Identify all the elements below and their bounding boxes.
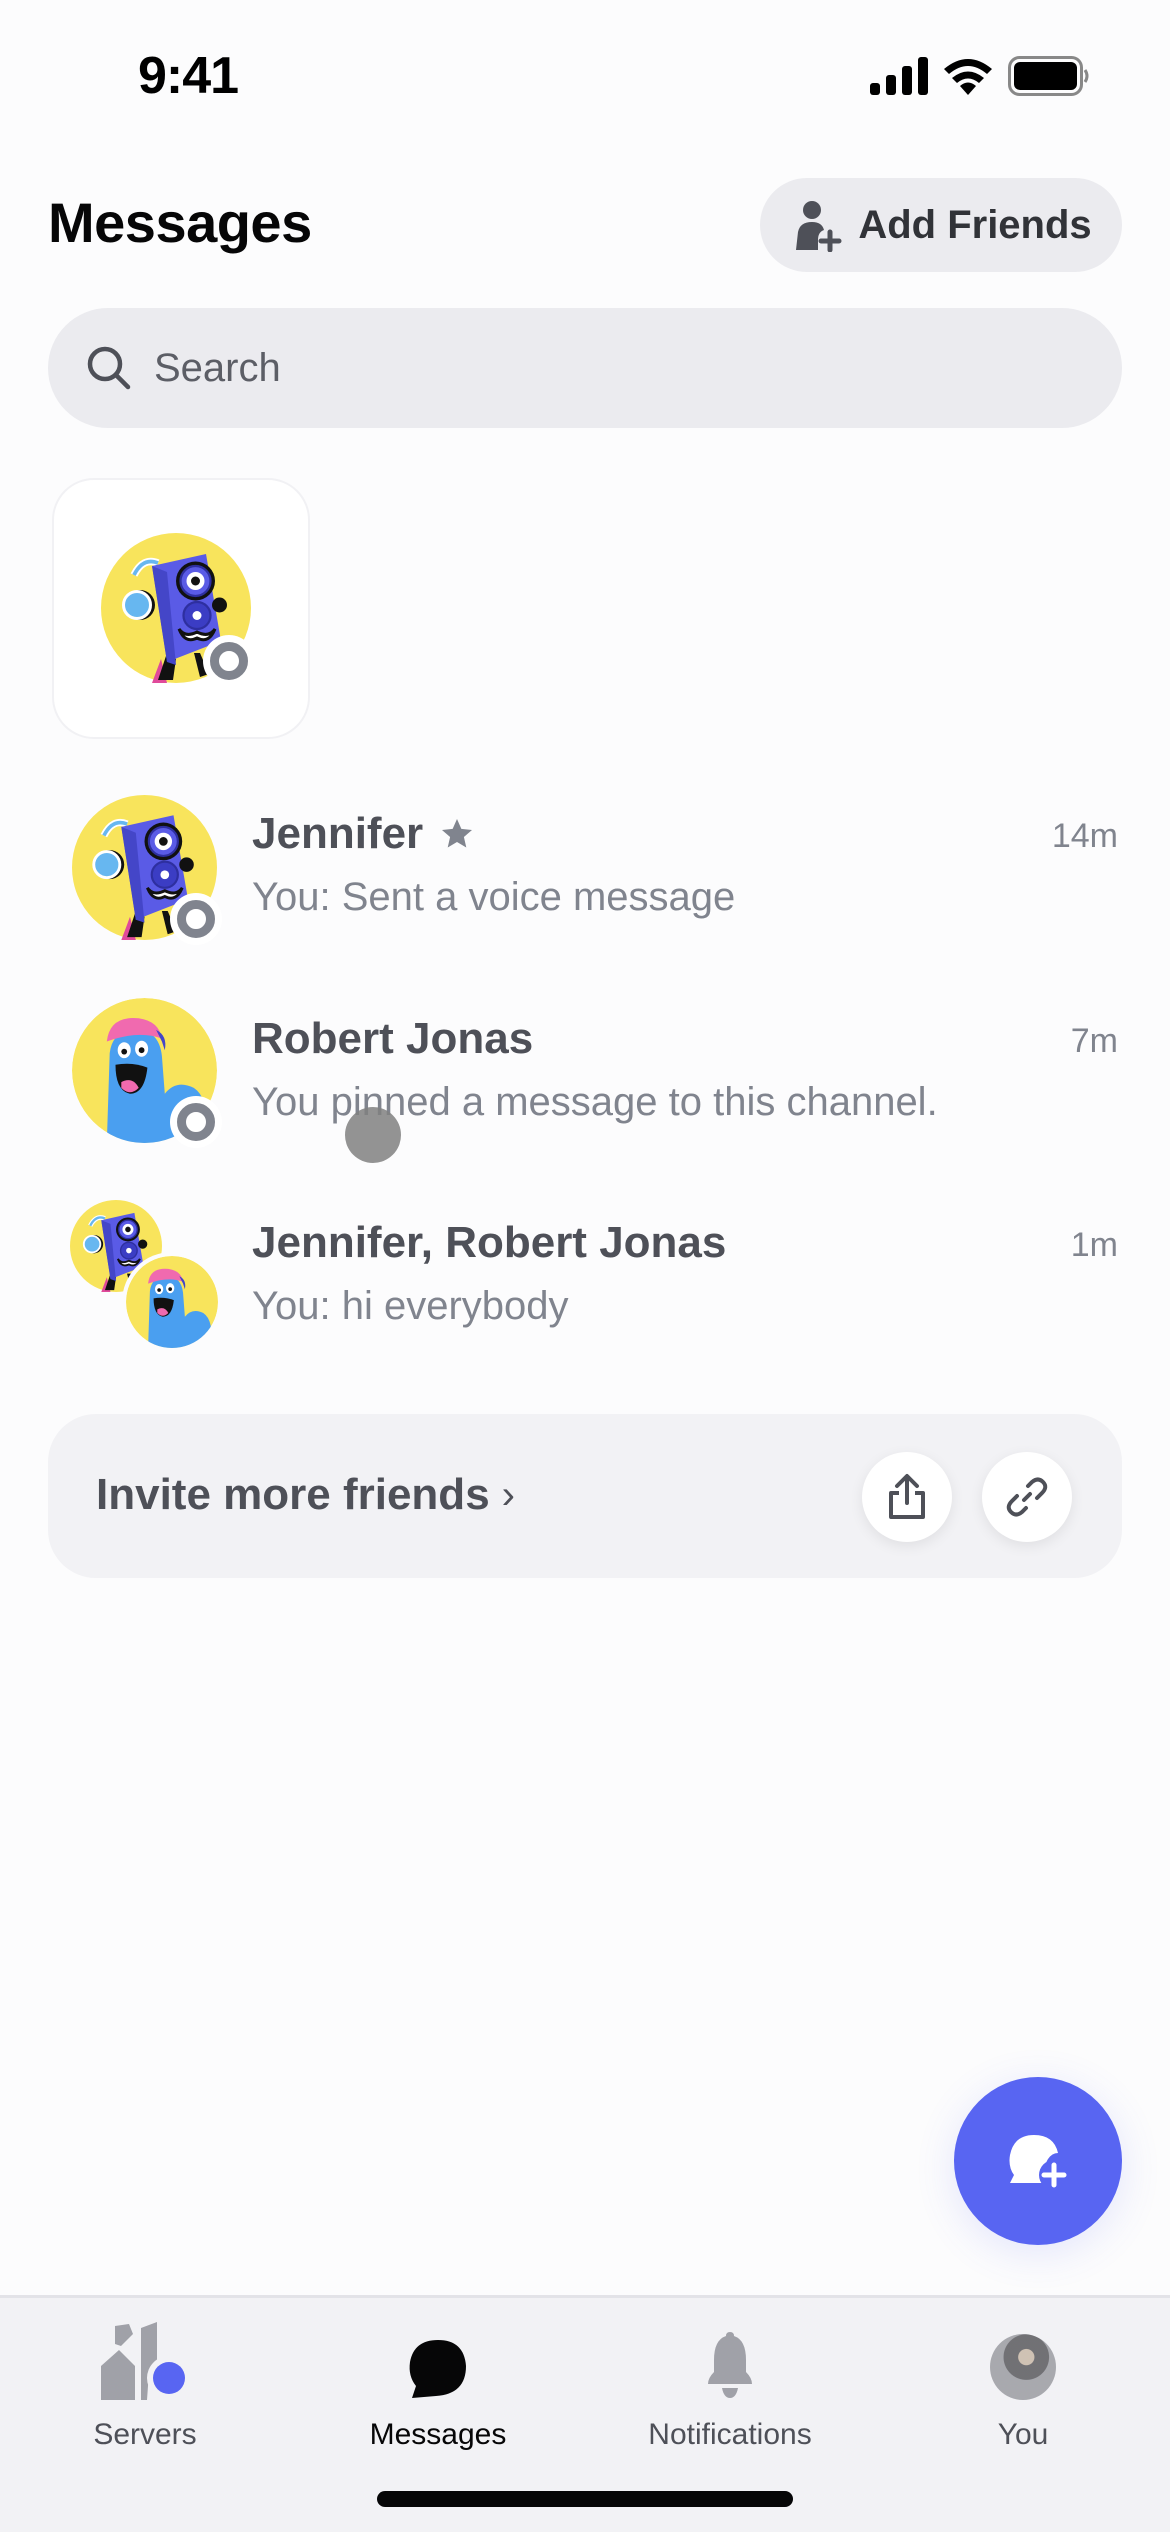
tab-label: You [997, 2418, 1049, 2451]
conversation-row[interactable]: Jennifer, Robert Jonas You: hi everybody… [0, 1200, 1170, 1390]
conversation-name: Robert Jonas [252, 1014, 533, 1064]
tab-bar: Servers Messages Notifications You [0, 2295, 1170, 2532]
conversation-row[interactable]: Jennifer You: Sent a voice message 14m [0, 795, 1170, 985]
tab-messages[interactable]: Messages [328, 2318, 548, 2452]
conversation-time: 1m [1070, 1226, 1118, 1264]
tab-notifications[interactable]: Notifications [620, 2318, 840, 2452]
new-message-icon [1009, 2135, 1069, 2190]
profile-avatar [990, 2334, 1056, 2400]
new-message-button[interactable] [954, 2077, 1122, 2245]
conversation-row[interactable]: Robert Jonas You pinned a message to thi… [0, 998, 1170, 1188]
offline-status-icon [203, 635, 255, 687]
battery-icon [1008, 56, 1089, 96]
cellular-signal-icon [870, 57, 928, 95]
group-avatar [70, 1200, 230, 1352]
add-friends-label: Add Friends [858, 202, 1092, 247]
add-friend-icon [796, 201, 842, 252]
status-time: 9:41 [138, 47, 239, 105]
blob-avatar-image [126, 1256, 218, 1348]
story-avatar [101, 533, 255, 687]
conversation-time: 7m [1070, 1022, 1118, 1060]
conversation-name: Jennifer [252, 809, 475, 859]
story-card[interactable] [52, 478, 310, 739]
page-title: Messages [48, 191, 312, 254]
share-icon [889, 1474, 925, 1519]
offline-status-icon [170, 893, 222, 945]
conversation-name: Jennifer, Robert Jonas [252, 1218, 726, 1268]
wifi-icon [944, 59, 992, 95]
tab-you[interactable]: You [913, 2318, 1133, 2452]
star-icon [442, 819, 473, 848]
tab-label: Notifications [648, 2418, 812, 2451]
offline-status-icon [170, 1096, 222, 1148]
bell-icon [708, 2332, 752, 2398]
search-icon [87, 346, 131, 390]
tab-label: Servers [93, 2418, 197, 2451]
conversation-name-text: Jennifer, Robert Jonas [252, 1218, 727, 1267]
search-input[interactable] [154, 345, 954, 391]
conversation-preview: You: hi everybody [252, 1284, 569, 1328]
invite-label: Invite more friends [96, 1470, 490, 1519]
invite-more-friends-link[interactable]: Invite more friends › [96, 1470, 515, 1520]
chevron-right-icon: › [501, 1472, 515, 1517]
servers-icon [101, 2322, 191, 2400]
status-icons [870, 56, 1090, 96]
messages-icon [409, 2340, 466, 2398]
conversation-name-text: Robert Jonas [252, 1014, 534, 1063]
share-invite-button[interactable] [862, 1452, 952, 1542]
avatar [72, 795, 222, 945]
link-icon [1006, 1477, 1048, 1517]
conversation-name-text: Jennifer [252, 809, 424, 858]
avatar [72, 998, 222, 1148]
copy-link-button[interactable] [982, 1452, 1072, 1542]
conversation-time: 14m [1051, 817, 1118, 855]
invite-card: Invite more friends › [48, 1414, 1122, 1578]
add-friends-button[interactable]: Add Friends [760, 178, 1122, 272]
search-bar[interactable] [48, 308, 1122, 428]
conversation-preview: You: Sent a voice message [252, 875, 736, 919]
touch-indicator [345, 1107, 401, 1163]
tab-label: Messages [369, 2418, 507, 2451]
home-indicator[interactable] [377, 2491, 793, 2507]
tab-servers[interactable]: Servers [35, 2318, 255, 2452]
